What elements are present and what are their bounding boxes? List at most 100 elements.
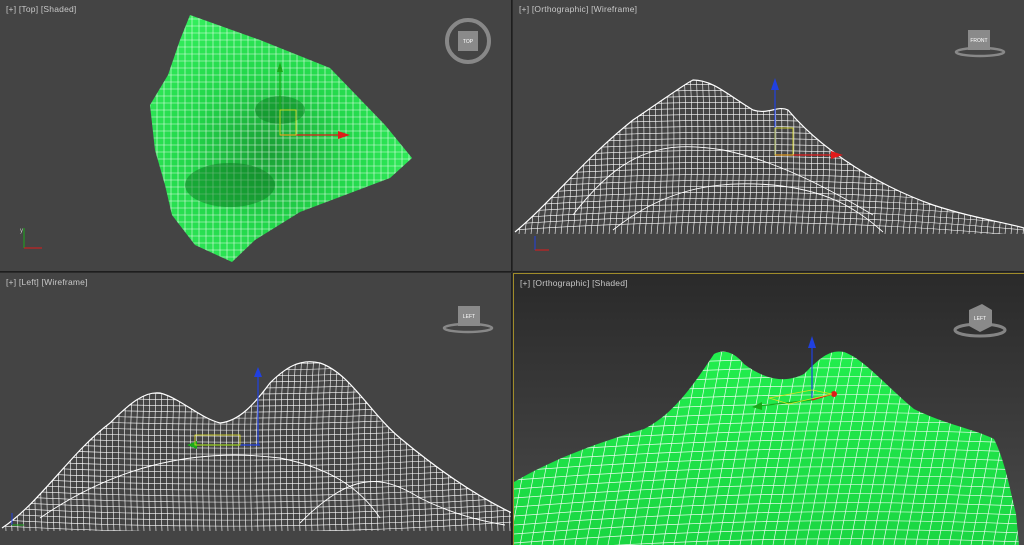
mesh-grid-line [878,80,885,234]
viewport-shading-label[interactable]: [Wireframe] [591,4,637,14]
mesh-grid-line [124,361,129,532]
mesh-grid-line [590,80,597,234]
mesh-grid-line [454,361,459,532]
mesh-grid-line [2,389,511,401]
mesh-grid-line [502,361,507,532]
viewcube-perspective[interactable]: LEFT [953,304,1007,338]
mesh-grid-line [112,361,117,532]
viewcube-label: LEFT [463,314,475,320]
viewcube-left[interactable]: LEFT [442,306,494,334]
mesh-grid-line [692,80,699,234]
mesh-grid-line [530,80,537,234]
mesh-grid-line [478,361,483,532]
mesh-grid-line [514,358,1019,373]
viewcube-front[interactable]: FRONT [954,30,1006,58]
mesh-grid-line [10,361,15,532]
viewport-left-canvas[interactable]: LEFT [0,273,512,545]
viewport-perspective-canvas[interactable]: LEFT [514,274,1024,545]
viewport-menu-button[interactable]: [+] [519,4,529,14]
viewport-front-canvas[interactable]: FRONT [513,0,1024,272]
viewport-shading-label[interactable]: [Wireframe] [42,277,88,287]
mesh-grid-line [22,361,27,532]
axis-tripod-top: y [20,228,42,249]
mesh-grid-line [298,361,303,532]
mesh-grid-line [515,221,1024,234]
mesh-grid-line [472,361,477,532]
mesh-grid-line [974,80,981,234]
mesh-grid-line [776,80,783,234]
mesh-grid-line [310,361,315,532]
mesh-grid-line [1016,80,1023,234]
terrain-wireframe-left[interactable] [0,353,512,532]
mesh-grid-line [16,361,21,532]
terrain-mesh-top[interactable] [145,10,415,265]
viewport-left[interactable]: [+] [Left] [Wireframe] LEFT [0,273,512,545]
mesh-grid-line [412,361,417,532]
mesh-grid-line [938,80,945,234]
mesh-grid-line [812,80,819,234]
viewport-top-canvas[interactable]: TOP y [0,0,512,272]
viewport-label-perspective: [+] [Orthographic] [Shaded] [520,278,628,288]
mesh-grid-line [515,113,1024,129]
mesh-grid-line [1004,80,1011,234]
viewport-shading-label[interactable]: [Shaded] [41,4,77,14]
mesh-grid-line [956,80,963,234]
mesh-grid-line [490,361,495,532]
mesh-grid-line [515,143,1024,159]
mesh-grid-line [806,80,813,234]
viewport-menu-button[interactable]: [+] [6,277,16,287]
mesh-grid-line [2,413,511,425]
mesh-grid-line [358,361,363,532]
mesh-grid-line [448,361,453,532]
svg-text:y: y [20,228,23,234]
viewcube-label: TOP [463,39,474,45]
mesh-grid-line [515,95,1024,111]
mesh-grid-line [2,431,511,443]
viewport-view-label[interactable]: [Top] [19,4,38,14]
mesh-grid-line [992,80,999,234]
terrain-mesh-perspective[interactable] [514,334,1024,545]
mesh-grid-line [962,80,969,234]
mesh-grid-line [484,361,489,532]
mesh-grid-line [764,80,771,234]
mesh-grid-line [926,80,933,234]
mesh-grid-line [515,83,1024,99]
mesh-grid-line [515,80,519,234]
mesh-grid-line [436,361,441,532]
mesh-grid-line [836,80,843,234]
viewport-front[interactable]: [+] [Orthographic] [Wireframe] FRONT [513,0,1024,272]
mesh-grid-line [382,361,387,532]
mesh-grid-line [515,89,1024,105]
viewport-shading-label[interactable]: [Shaded] [592,278,628,288]
viewcube-label: LEFT [974,316,986,322]
mesh-grid-line [496,361,501,532]
viewport-top[interactable]: [+] [Top] [Shaded] TOP y [0,0,512,272]
viewcube-top[interactable]: TOP [445,18,491,64]
mesh-grid-line [2,425,511,437]
mesh-grid-line [515,125,1024,141]
terrain-wireframe-front[interactable] [513,70,1024,236]
mesh-grid-line [896,80,903,234]
viewport-view-label[interactable]: [Orthographic] [533,278,590,288]
mesh-grid-line [304,361,309,532]
viewport-perspective[interactable]: [+] [Orthographic] [Shaded] LEFT [513,273,1024,545]
mesh-grid-line [292,361,297,532]
mesh-grid-line [322,361,327,532]
mesh-grid-line [328,361,333,532]
mesh-grid-line [608,80,615,234]
mesh-grid-line [515,101,1024,117]
mesh-grid-line [872,80,879,234]
viewport-view-label[interactable]: [Orthographic] [532,4,589,14]
mesh-grid-line [370,361,375,532]
mesh-grid-line [818,80,825,234]
mesh-grid-line [884,80,891,234]
mesh-grid-line [920,80,927,234]
viewport-view-label[interactable]: [Left] [19,277,39,287]
viewport-menu-button[interactable]: [+] [6,4,16,14]
viewport-menu-button[interactable]: [+] [520,278,530,288]
mesh-grid-line [2,401,511,413]
mesh-grid-line [34,361,39,532]
mesh-grid-line [686,80,693,234]
mesh-grid-line [442,361,447,532]
mesh-grid-line [740,80,747,234]
